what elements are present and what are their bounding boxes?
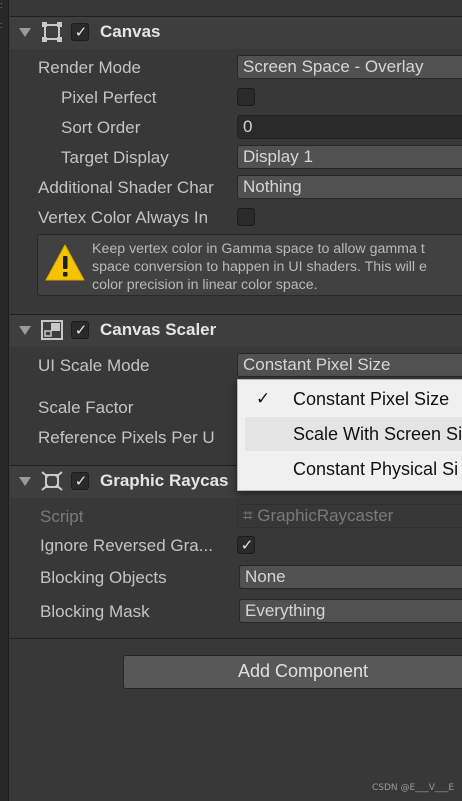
- additional-shader-label: Additional Shader Char: [38, 178, 214, 197]
- script-label: Script: [40, 507, 84, 526]
- pixel-perfect-label: Pixel Perfect: [61, 88, 157, 107]
- ui-scale-mode-label: UI Scale Mode: [38, 356, 150, 375]
- vertex-color-checkbox[interactable]: [237, 208, 255, 226]
- help-line-1: Keep vertex color in Gamma space to allo…: [92, 241, 425, 257]
- scale-factor-label: Scale Factor: [38, 398, 134, 417]
- canvas-scaler-title: Canvas Scaler: [100, 320, 217, 339]
- ui-scale-mode-dropdown[interactable]: Constant Pixel Size: [237, 353, 462, 377]
- foldout-arrow-icon[interactable]: [19, 326, 31, 335]
- graphic-raycaster-title: Graphic Raycas: [100, 471, 229, 490]
- popup-option-constant-pixel[interactable]: Constant Pixel Size: [293, 389, 462, 410]
- check-icon: ✓: [256, 389, 271, 408]
- blocking-objects-dropdown[interactable]: None: [239, 565, 462, 589]
- script-value: GraphicRaycaster: [257, 506, 394, 525]
- left-panel-edge: [0, 0, 9, 801]
- canvas-scaler-icon: [41, 320, 63, 340]
- blocking-mask-dropdown[interactable]: Everything: [239, 599, 462, 623]
- reference-pixels-label: Reference Pixels Per U: [38, 428, 215, 447]
- script-asset-icon: ⌗: [243, 506, 258, 525]
- edge-marks: ::: [0, 0, 3, 30]
- top-strip: [10, 0, 462, 16]
- section-divider: [10, 638, 462, 639]
- raycaster-icon: [41, 471, 63, 491]
- popup-option-scale-with-screen[interactable]: Scale With Screen Si: [293, 424, 462, 445]
- blocking-objects-label: Blocking Objects: [40, 568, 167, 587]
- ignore-reversed-label: Ignore Reversed Gra...: [40, 536, 213, 555]
- script-field: ⌗ GraphicRaycaster: [237, 504, 462, 528]
- help-line-2: space conversion to happen in UI shaders…: [92, 259, 427, 275]
- watermark: CSDN @E___V___E: [372, 783, 455, 793]
- help-line-3: color precision in linear color space.: [92, 277, 318, 293]
- check-icon: ✓: [74, 322, 88, 339]
- sort-order-input[interactable]: 0: [237, 115, 462, 139]
- canvas-scaler-enabled-checkbox[interactable]: ✓: [71, 321, 89, 339]
- check-icon: ✓: [74, 24, 88, 41]
- canvas-title: Canvas: [100, 22, 161, 41]
- warning-icon: [44, 243, 86, 283]
- check-icon: ✓: [240, 537, 254, 554]
- render-mode-dropdown[interactable]: Screen Space - Overlay: [237, 55, 462, 79]
- foldout-arrow-icon[interactable]: [19, 28, 31, 37]
- target-display-dropdown[interactable]: Display 1: [237, 145, 462, 169]
- ignore-reversed-checkbox[interactable]: ✓: [237, 536, 255, 554]
- additional-shader-dropdown[interactable]: Nothing: [237, 175, 462, 199]
- check-icon: ✓: [74, 473, 88, 490]
- sort-order-label: Sort Order: [61, 118, 141, 137]
- render-mode-label: Render Mode: [38, 58, 142, 77]
- blocking-mask-label: Blocking Mask: [40, 602, 150, 621]
- target-display-label: Target Display: [61, 148, 169, 167]
- vertex-color-label: Vertex Color Always In: [38, 208, 209, 227]
- foldout-arrow-icon[interactable]: [19, 477, 31, 486]
- rect-transform-icon: [41, 22, 63, 42]
- popup-option-constant-physical[interactable]: Constant Physical Si: [293, 459, 462, 480]
- graphic-raycaster-enabled-checkbox[interactable]: ✓: [71, 472, 89, 490]
- pixel-perfect-checkbox[interactable]: [237, 88, 255, 106]
- add-component-button[interactable]: Add Component: [123, 655, 462, 689]
- canvas-enabled-checkbox[interactable]: ✓: [71, 23, 89, 41]
